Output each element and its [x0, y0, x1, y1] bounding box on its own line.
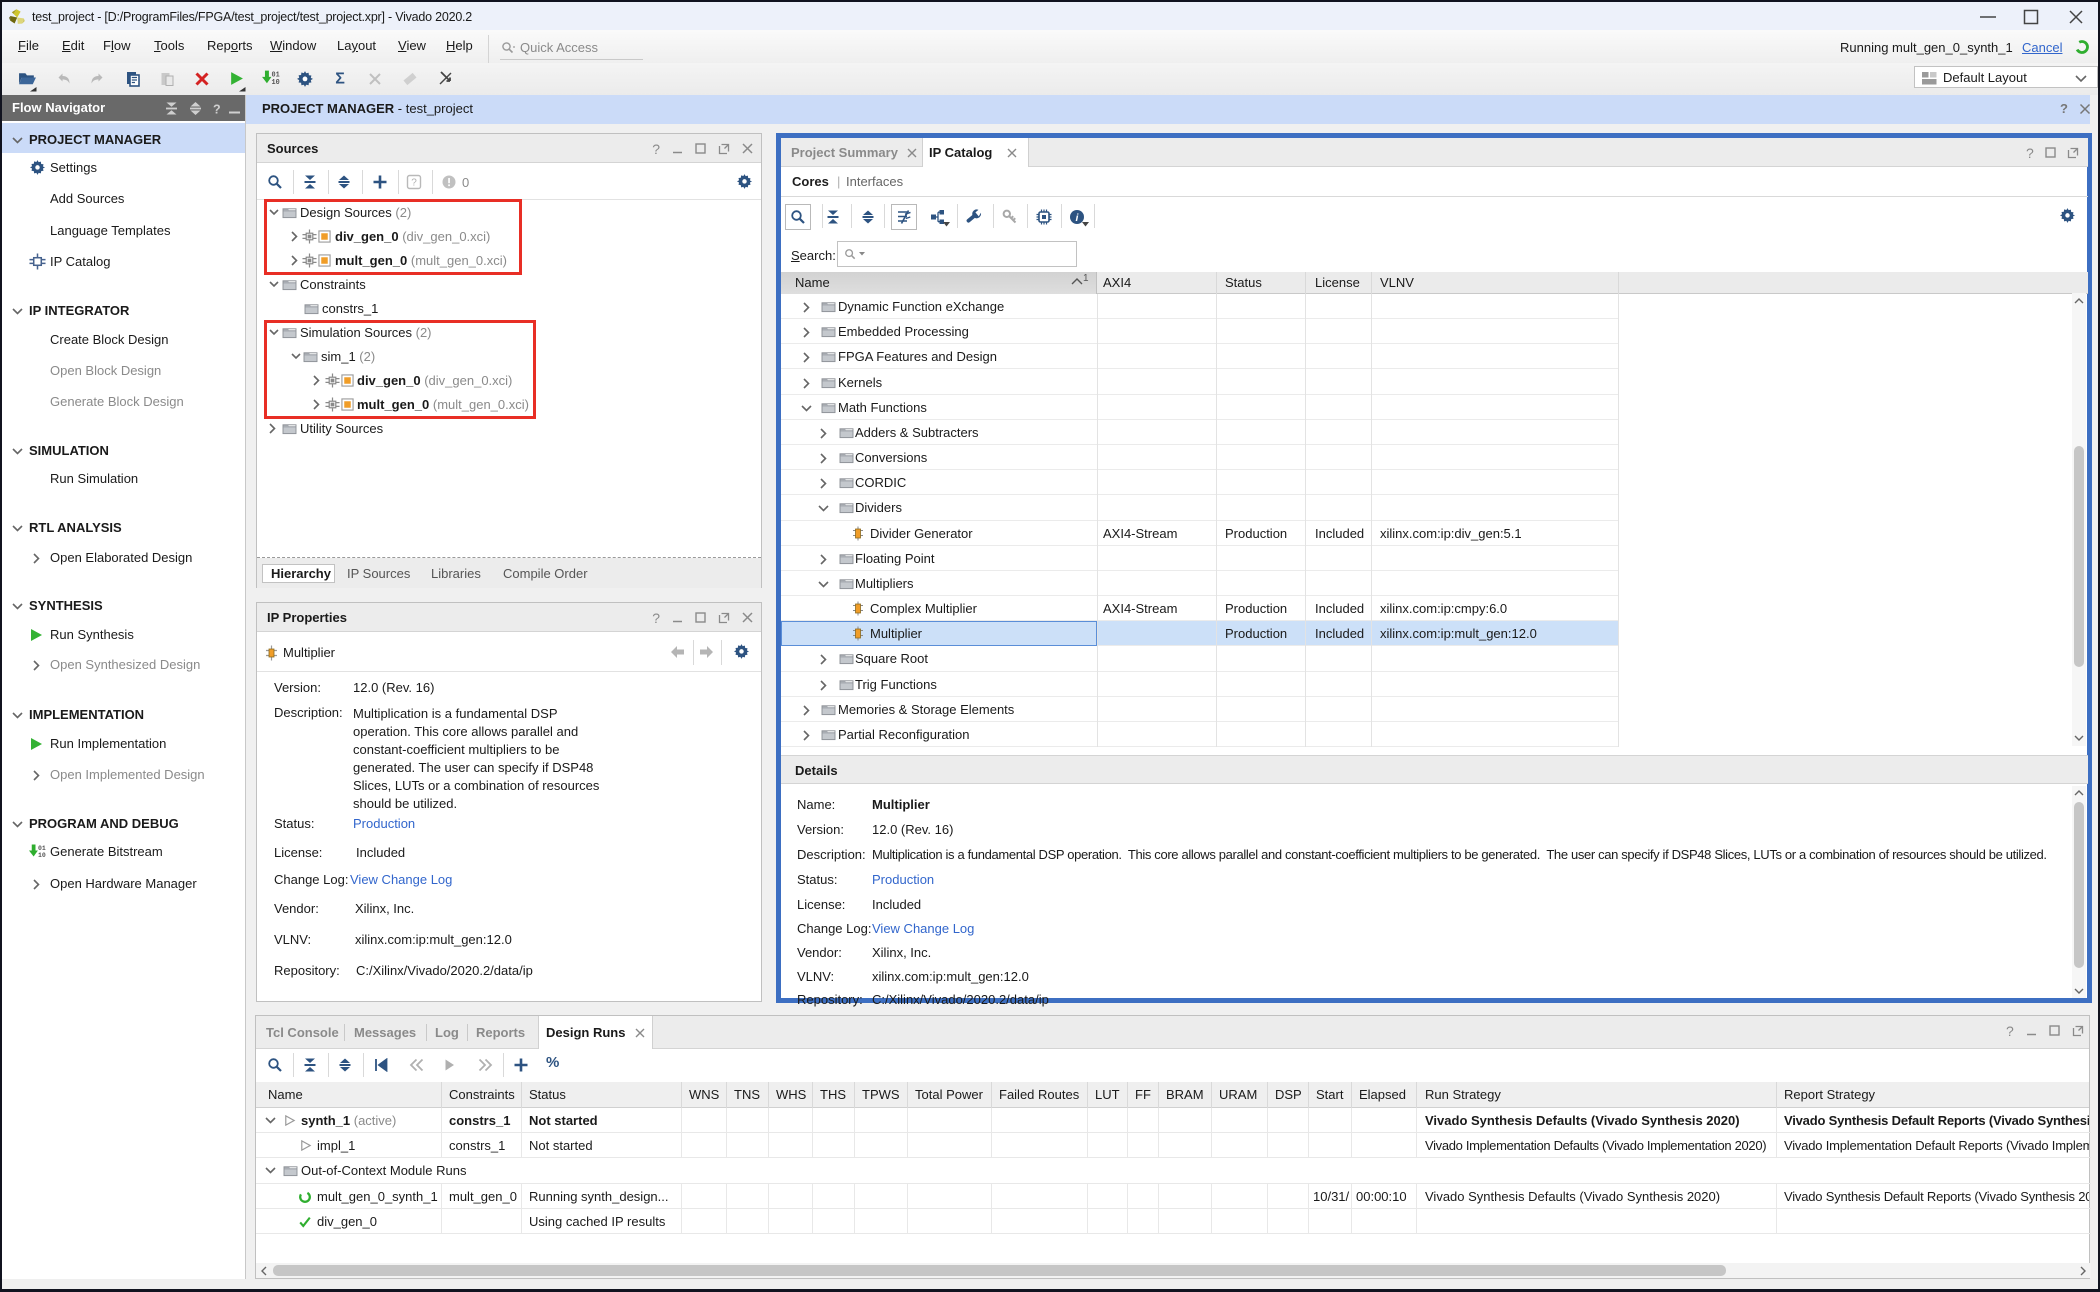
svg-text:?: ?	[213, 103, 221, 117]
